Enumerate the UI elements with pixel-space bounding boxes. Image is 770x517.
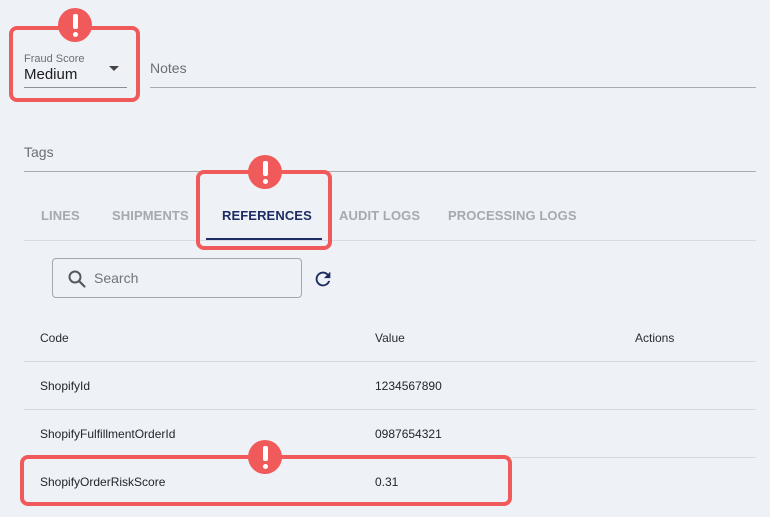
alert-icon (248, 440, 282, 474)
notes-field[interactable]: Notes (150, 52, 756, 88)
refresh-icon[interactable] (312, 268, 334, 290)
search-placeholder: Search (94, 270, 139, 286)
table-header-row: Code Value Actions (24, 314, 756, 362)
tab-audit-logs[interactable]: AUDIT LOGS (339, 208, 420, 223)
tags-label: Tags (24, 144, 54, 160)
column-header-value[interactable]: Value (375, 331, 405, 345)
tab-processing-logs[interactable]: PROCESSING LOGS (448, 208, 577, 223)
table-row[interactable]: ShopifyId 1234567890 (24, 362, 756, 410)
cell-value: 0987654321 (375, 427, 442, 441)
alert-icon (58, 8, 92, 42)
tab-lines[interactable]: LINES (41, 208, 80, 223)
tags-field[interactable]: Tags (24, 136, 756, 172)
cell-code: ShopifyId (40, 379, 91, 393)
column-header-actions: Actions (635, 331, 675, 345)
column-header-code[interactable]: Code (40, 331, 69, 345)
table-row[interactable]: ShopifyFulfillmentOrderId 0987654321 (24, 410, 756, 458)
search-icon (68, 270, 86, 288)
tab-bar: LINES SHIPMENTS REFERENCES AUDIT LOGS PR… (24, 192, 756, 241)
search-input[interactable]: Search (52, 258, 302, 298)
cell-value: 1234567890 (375, 379, 442, 393)
cell-code: ShopifyFulfillmentOrderId (40, 427, 176, 441)
notes-label: Notes (150, 60, 187, 76)
tab-shipments[interactable]: SHIPMENTS (112, 208, 189, 223)
alert-icon (248, 155, 282, 189)
